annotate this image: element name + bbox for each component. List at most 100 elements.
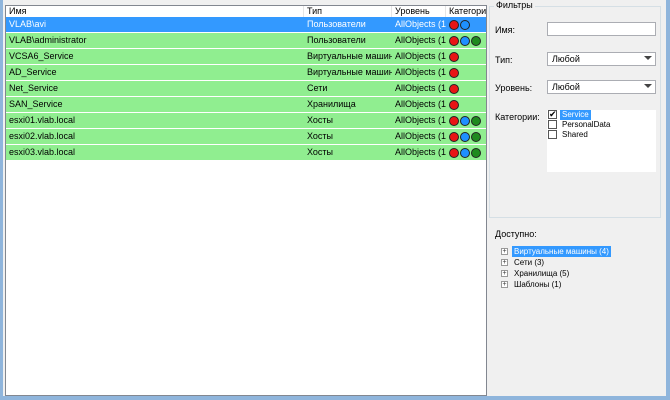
window-border-bottom [0, 396, 670, 400]
name-filter-input[interactable] [547, 22, 656, 36]
category-item[interactable]: PersonalData [547, 120, 656, 130]
category-blue-dot-icon [460, 115, 470, 126]
row-name: esxi01.vlab.local [9, 115, 76, 125]
level-filter-select[interactable]: Любой [547, 80, 656, 94]
table-row[interactable]: esxi03.vlab.local Хосты AllObjects (1) [6, 145, 486, 161]
category-red-dot-icon [449, 83, 459, 94]
tree-node-label: Хранилища (5) [514, 269, 570, 278]
row-level: AllObjects (1) [395, 67, 446, 77]
window-border-right [666, 0, 670, 400]
row-categories [446, 65, 486, 80]
row-categories [446, 129, 486, 144]
column-header-name[interactable]: Имя [6, 6, 304, 17]
category-green-dot-icon [471, 147, 481, 158]
table-row[interactable]: VLAB\avi Пользователи AllObjects (1) [6, 17, 486, 33]
row-name: esxi02.vlab.local [9, 131, 76, 141]
category-item[interactable]: ✔ Service [547, 110, 656, 120]
type-filter-label: Тип: [495, 55, 513, 65]
row-name: Net_Service [9, 83, 59, 93]
row-categories [446, 33, 486, 48]
category-green-dot-icon [471, 35, 481, 46]
table-row[interactable]: AD_Service Виртуальные машины AllObjects (… [6, 65, 486, 81]
row-type: Сети [307, 83, 328, 93]
tree-node-label: Виртуальные машины (4) [512, 246, 611, 257]
category-label: Shared [562, 130, 588, 139]
categories-checklist[interactable]: ✔ Service PersonalData Shared [547, 110, 656, 172]
expand-plus-icon[interactable]: + [501, 248, 508, 255]
window-border-left [0, 0, 3, 400]
row-type: Пользователи [307, 35, 366, 45]
row-type: Хосты [307, 147, 333, 157]
type-filter-select[interactable]: Любой [547, 52, 656, 66]
category-red-dot-icon [449, 115, 459, 126]
category-label: Service [560, 110, 591, 120]
tree-node-label: Сети (3) [514, 258, 545, 267]
row-type: Хосты [307, 115, 333, 125]
row-type: Пользователи [307, 19, 366, 29]
row-level: AllObjects (1) [395, 99, 446, 109]
row-name: VLAB\avi [9, 19, 47, 29]
column-header-level[interactable]: Уровень [392, 6, 446, 17]
row-categories [446, 97, 486, 112]
expand-plus-icon[interactable]: + [501, 259, 508, 266]
row-name: AD_Service [9, 67, 57, 77]
row-name: VCSA6_Service [9, 51, 74, 61]
category-item[interactable]: Shared [547, 130, 656, 140]
available-label: Доступно: [495, 229, 537, 239]
table-row[interactable]: VCSA6_Service Виртуальные машины AllObject… [6, 49, 486, 65]
level-filter-label: Уровень: [495, 83, 533, 93]
categories-filter-label: Категории: [495, 112, 540, 122]
category-blue-dot-icon [460, 35, 470, 46]
type-filter-value: Любой [552, 54, 580, 64]
table-row[interactable]: SAN_Service Хранилища AllObjects (1) [6, 97, 486, 113]
row-type: Хранилища [307, 99, 356, 109]
category-red-dot-icon [449, 35, 459, 46]
chevron-down-icon[interactable] [644, 56, 652, 60]
row-name: esxi03.vlab.local [9, 147, 76, 157]
expand-plus-icon[interactable]: + [501, 270, 508, 277]
row-type: Виртуальные машины [307, 67, 392, 77]
category-red-dot-icon [449, 131, 459, 142]
row-categories [446, 81, 486, 96]
row-type: Виртуальные машины [307, 51, 392, 61]
name-filter-label: Имя: [495, 25, 516, 35]
row-level: AllObjects (1) [395, 51, 446, 61]
category-blue-dot-icon [460, 131, 470, 142]
row-name: SAN_Service [9, 99, 63, 109]
row-level: AllObjects (1) [395, 131, 446, 141]
row-level: AllObjects (1) [395, 83, 446, 93]
category-green-dot-icon [471, 115, 481, 126]
row-type: Хосты [307, 131, 333, 141]
chevron-down-icon[interactable] [644, 84, 652, 88]
row-level: AllObjects (1) [395, 19, 446, 29]
row-categories [446, 113, 486, 128]
category-red-dot-icon [449, 99, 459, 110]
category-red-dot-icon [449, 147, 459, 158]
checkbox-icon[interactable] [548, 130, 557, 139]
table-row[interactable]: Net_Service Сети AllObjects (1) [6, 81, 486, 97]
table-row[interactable]: VLAB\administrator Пользователи AllObjects… [6, 33, 486, 49]
row-level: AllObjects (1) [395, 35, 446, 45]
expand-plus-icon[interactable]: + [501, 281, 508, 288]
checkbox-checked-icon[interactable]: ✔ [548, 110, 557, 119]
column-header-type[interactable]: Тип [304, 6, 392, 17]
row-categories [446, 49, 486, 64]
row-name: VLAB\administrator [9, 35, 87, 45]
category-red-dot-icon [449, 19, 459, 30]
objects-list[interactable]: Имя Тип Уровень Категории VLAB\avi Пользо… [5, 5, 487, 396]
category-red-dot-icon [449, 67, 459, 78]
category-green-dot-icon [471, 131, 481, 142]
column-header-categories[interactable]: Категории [446, 6, 486, 17]
table-row[interactable]: esxi01.vlab.local Хосты AllObjects (1) [6, 113, 486, 129]
list-rows: VLAB\avi Пользователи AllObjects (1) VLAB\a… [6, 17, 486, 161]
table-row[interactable]: esxi02.vlab.local Хосты AllObjects (1) [6, 129, 486, 145]
category-blue-dot-icon [460, 147, 470, 158]
category-red-dot-icon [449, 51, 459, 62]
checkbox-icon[interactable] [548, 120, 557, 129]
row-categories [446, 145, 486, 160]
level-filter-value: Любой [552, 82, 580, 92]
row-level: AllObjects (1) [395, 115, 446, 125]
tree-node-label: Шаблоны (1) [514, 280, 562, 289]
row-level: AllObjects (1) [395, 147, 446, 157]
filters-title: Фильтры [494, 0, 535, 11]
